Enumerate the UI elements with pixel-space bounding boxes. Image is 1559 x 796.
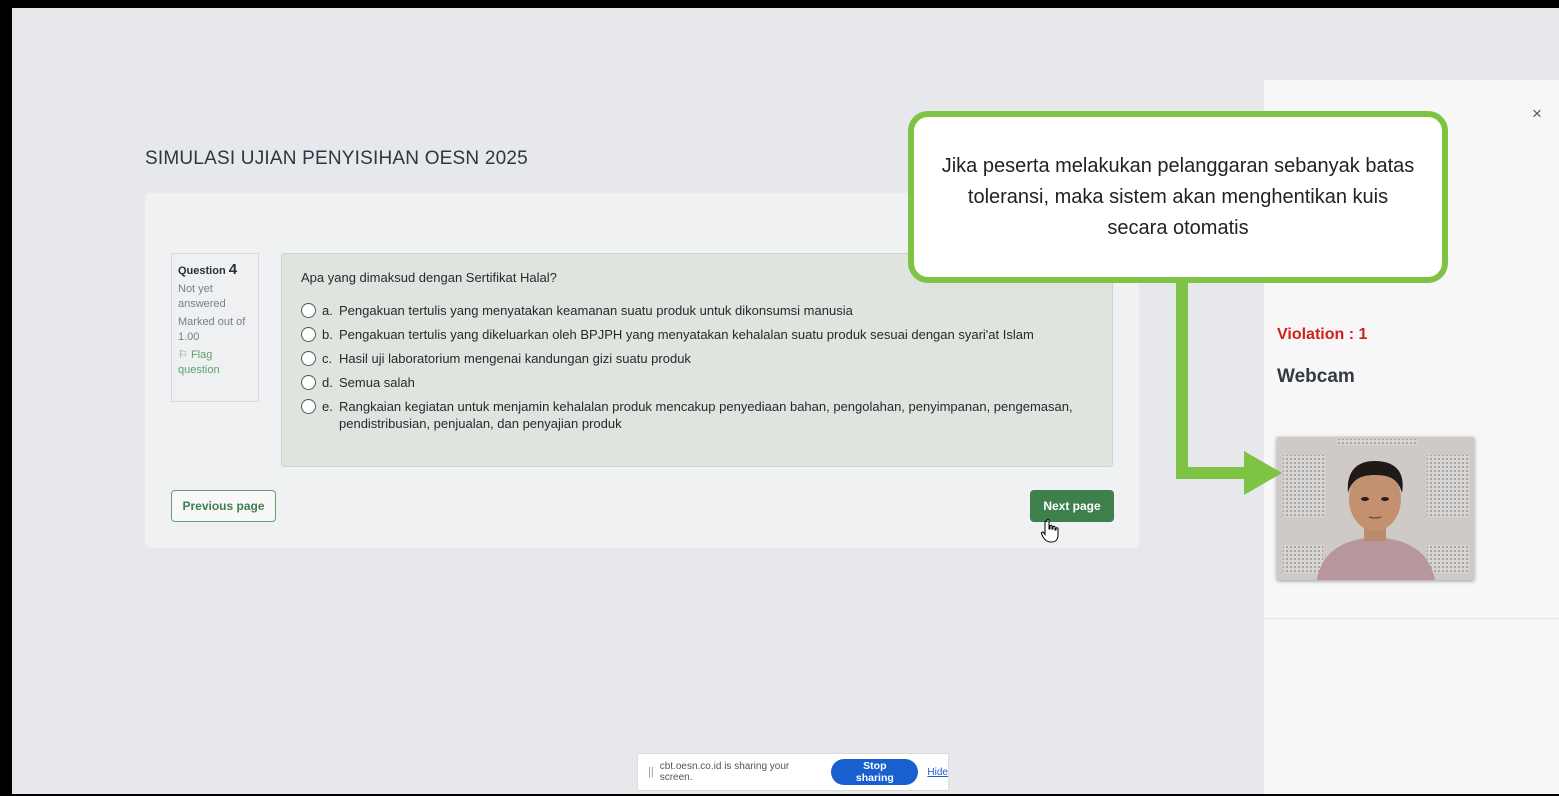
webcam-image	[1277, 437, 1474, 580]
screen-area: SIMULASI UJIAN PENYISIHAN OESN 2025 Ques…	[12, 8, 1559, 794]
option-c-radio[interactable]	[301, 351, 316, 366]
previous-page-button[interactable]: Previous page	[171, 490, 276, 522]
stop-sharing-button[interactable]: Stop sharing	[831, 759, 919, 785]
option-a-radio[interactable]	[301, 303, 316, 318]
option-a-text: Pengakuan tertulis yang menyatakan keama…	[339, 303, 853, 318]
option-e[interactable]: e. Rangkaian kegiatan untuk menjamin keh…	[301, 398, 1093, 432]
sidebar-divider	[1264, 618, 1559, 619]
close-icon[interactable]: ×	[1532, 104, 1542, 124]
flag-icon: ⚐	[178, 349, 188, 361]
question-label: Question	[178, 265, 226, 277]
option-c-letter: c.	[322, 351, 333, 366]
question-number-row: Question 4	[178, 262, 252, 279]
screen-share-bar: || cbt.oesn.co.id is sharing your screen…	[637, 753, 949, 791]
annotation-callout: Jika peserta melakukan pelanggaran seban…	[908, 111, 1448, 283]
share-message: cbt.oesn.co.id is sharing your screen.	[659, 761, 790, 783]
callout-text: Jika peserta melakukan pelanggaran seban…	[941, 154, 1415, 239]
option-a-letter: a.	[322, 303, 333, 318]
option-d[interactable]: d. Semua salah	[301, 374, 1093, 391]
hide-link[interactable]: Hide	[927, 767, 948, 778]
question-info-panel: Question 4 Not yet answered Marked out o…	[171, 253, 259, 402]
option-d-radio[interactable]	[301, 375, 316, 390]
option-b-radio[interactable]	[301, 327, 316, 342]
page-title: SIMULASI UJIAN PENYISIHAN OESN 2025	[145, 148, 528, 169]
flag-question-link[interactable]: ⚐ Flag question	[178, 348, 252, 378]
hand-cursor-icon	[1040, 518, 1059, 543]
option-b-letter: b.	[322, 327, 333, 342]
option-e-radio[interactable]	[301, 399, 316, 414]
option-c-text: Hasil uji laboratorium mengenai kandunga…	[339, 351, 691, 366]
webcam-title: Webcam	[1277, 366, 1355, 387]
option-b[interactable]: b. Pengakuan tertulis yang dikeluarkan o…	[301, 326, 1093, 343]
option-e-letter: e.	[322, 399, 333, 414]
option-c[interactable]: c. Hasil uji laboratorium mengenai kandu…	[301, 350, 1093, 367]
webcam-preview	[1277, 437, 1474, 580]
option-d-letter: d.	[322, 375, 333, 390]
option-e-text: Rangkaian kegiatan untuk menjamin kehala…	[339, 399, 1073, 431]
question-number: 4	[228, 261, 238, 278]
option-a[interactable]: a. Pengakuan tertulis yang menyatakan ke…	[301, 302, 1093, 319]
question-box: Apa yang dimaksud dengan Sertifikat Hala…	[281, 253, 1113, 467]
question-status: Not yet answered	[178, 283, 226, 310]
option-d-text: Semua salah	[339, 375, 415, 390]
violation-counter: Violation : 1	[1277, 326, 1368, 343]
option-b-text: Pengakuan tertulis yang dikeluarkan oleh…	[339, 327, 1034, 342]
question-marks: Marked out of 1.00	[178, 316, 246, 343]
drag-handle-icon[interactable]: ||	[648, 766, 654, 778]
